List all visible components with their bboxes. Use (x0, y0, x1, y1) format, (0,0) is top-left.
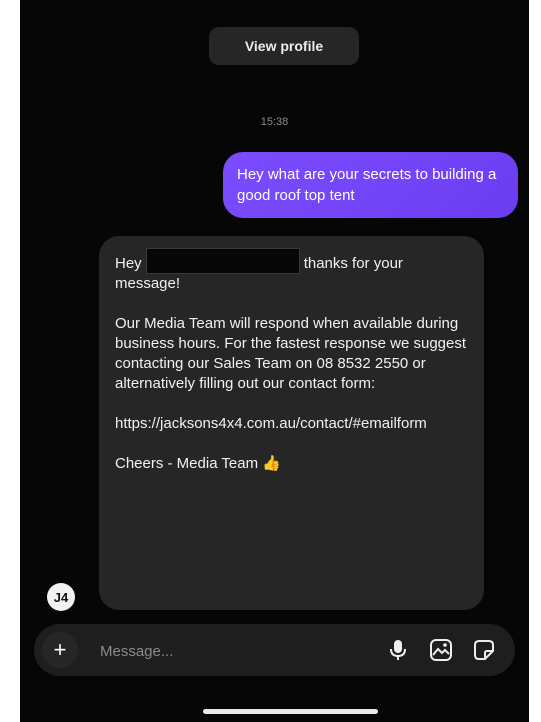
incoming-body-text: Our Media Team will respond when availab… (115, 315, 467, 392)
avatar[interactable]: J4 (47, 583, 75, 611)
message-input[interactable] (98, 638, 352, 664)
view-profile-button[interactable]: View profile (209, 27, 359, 65)
incoming-signoff: Cheers - Media Team 👍 (115, 455, 281, 472)
outgoing-message-text: Hey what are your secrets to building a … (237, 166, 497, 204)
sticker-icon[interactable] (470, 636, 498, 664)
incoming-message-bubble[interactable]: Hey thanks for your message! Our Media Te… (99, 236, 484, 610)
incoming-greeting: Hey thanks for your message! (115, 248, 468, 294)
plus-icon[interactable]: + (42, 632, 78, 668)
microphone-icon[interactable] (384, 636, 412, 664)
outgoing-message-bubble[interactable]: Hey what are your secrets to building a … (223, 152, 518, 218)
home-indicator (203, 709, 378, 714)
message-timestamp: 15:38 (260, 116, 289, 128)
greeting-start: Hey (115, 255, 142, 272)
contact-form-link[interactable]: https://jacksons4x4.com.au/contact/#emai… (115, 414, 468, 434)
message-composer: + (34, 624, 515, 676)
chat-screen: View profile 15:38 Hey what are your sec… (20, 0, 529, 722)
avatar-initials: J4 (53, 589, 69, 605)
redacted-name (145, 248, 300, 274)
gallery-icon[interactable] (427, 636, 455, 664)
profile-details-text (80, 0, 489, 8)
